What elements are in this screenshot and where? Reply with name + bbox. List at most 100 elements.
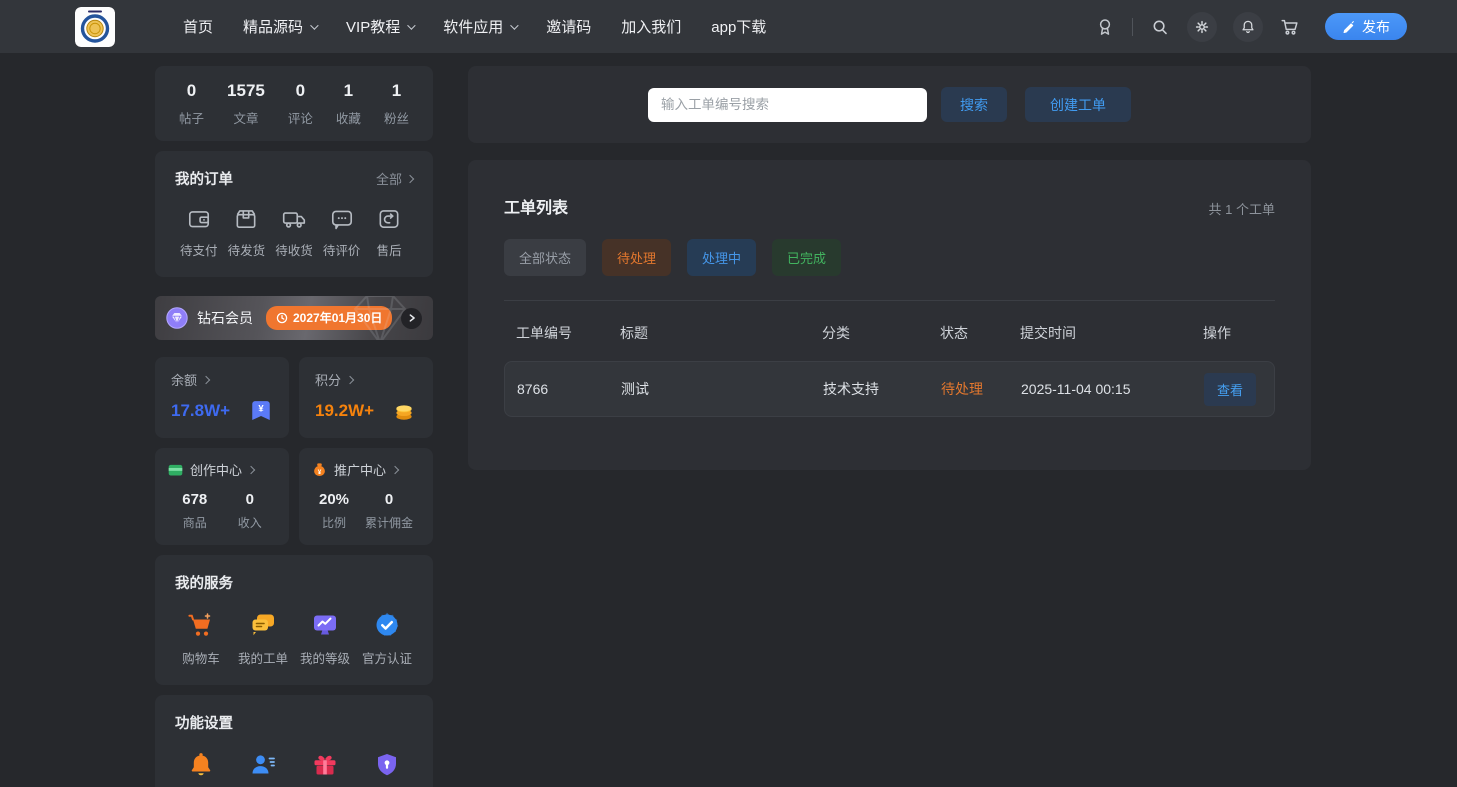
order-item-to-review[interactable]: 待评价: [318, 206, 366, 259]
tab-processing[interactable]: 处理中: [687, 239, 757, 276]
order-item-unshipped[interactable]: 待发货: [223, 206, 271, 259]
logo-emblem-icon: [75, 6, 115, 47]
nav-item-join-us[interactable]: 加入我们: [621, 16, 681, 37]
search-button[interactable]: 搜索: [941, 87, 1007, 122]
cart-icon[interactable]: [1279, 16, 1301, 38]
chevron-right-icon: [409, 314, 415, 322]
medal-icon[interactable]: [1094, 16, 1116, 38]
top-navbar: 首页 精品源码 VIP教程 软件应用 邀请码 加入我们 app下载 发布: [0, 0, 1457, 53]
ticket-search-input[interactable]: [648, 87, 927, 122]
service-item-level[interactable]: 我的等级: [299, 610, 351, 667]
cell-submit-time: 2025-11-04 00:15: [1021, 381, 1131, 397]
stat-comments[interactable]: 0 评论: [288, 81, 313, 127]
verified-icon: [376, 612, 399, 636]
notify-bell-icon: [191, 753, 211, 776]
yuan-badge-icon: ¥: [252, 401, 270, 420]
points-card[interactable]: 积分 19.2W+: [299, 357, 433, 438]
main-menu: 首页 精品源码 VIP教程 软件应用 邀请码 加入我们 app下载: [183, 16, 766, 37]
setting-item-rewards[interactable]: 打赏收款: [299, 750, 351, 787]
stat-fans[interactable]: 1 粉丝: [384, 81, 409, 127]
stat-favorites[interactable]: 1 收藏: [336, 81, 361, 127]
chevron-right-icon: [390, 465, 400, 474]
cell-title: 测试: [621, 381, 649, 397]
nav-item-home[interactable]: 首页: [183, 16, 213, 37]
ticket-chat-icon: [252, 614, 274, 636]
ticket-list-panel: 工单列表 共 1 个工单 全部状态 待处理 处理中 已完成 工单编号 标题 分类…: [468, 160, 1311, 470]
setting-item-security[interactable]: 账户安全: [361, 750, 413, 787]
my-services-card: 我的服务 购物车 我的工单 我的等级 官方认证: [155, 555, 433, 685]
ticket-list-title: 工单列表: [504, 200, 569, 217]
order-item-to-receive[interactable]: 待收货: [270, 206, 318, 259]
coins-icon: [396, 405, 412, 420]
pencil-icon: [1343, 21, 1354, 33]
creation-wallet-icon: [168, 464, 183, 476]
creation-center-card[interactable]: 创作中心 678 商品 0 收入: [155, 448, 289, 545]
user-stats-card: 0 帖子 1575 文章 0 评论 1 收藏 1 粉丝: [155, 66, 433, 141]
order-item-after-sale[interactable]: 售后: [365, 206, 413, 259]
cart-color-icon: [188, 613, 211, 636]
col-status: 状态: [940, 325, 968, 341]
diamond-icon: [166, 307, 188, 329]
vip-arrow-button[interactable]: [401, 307, 422, 329]
search-icon[interactable]: [1149, 16, 1171, 38]
view-ticket-button[interactable]: 查看: [1204, 372, 1257, 406]
svg-text:¥: ¥: [258, 402, 264, 413]
stat-articles[interactable]: 1575 文章: [227, 81, 265, 127]
service-item-verified[interactable]: 官方认证: [361, 610, 413, 667]
comment-icon: [331, 210, 352, 230]
tab-all-status[interactable]: 全部状态: [504, 239, 587, 276]
gear-icon: [1195, 20, 1209, 33]
service-item-cart[interactable]: 购物车: [175, 610, 227, 667]
chevron-right-icon: [345, 375, 355, 384]
chevron-right-icon: [201, 375, 211, 384]
col-category: 分类: [822, 325, 850, 341]
shield-icon: [378, 754, 396, 776]
col-ticket-id: 工单编号: [516, 325, 572, 341]
clock-icon: [276, 312, 288, 323]
nav-item-app-download[interactable]: app下载: [711, 16, 766, 37]
settings-button[interactable]: [1187, 11, 1217, 42]
cell-status-badge: 待处理: [941, 381, 983, 397]
profile-icon: [252, 755, 275, 774]
divider: [1132, 17, 1133, 36]
service-item-tickets[interactable]: 我的工单: [237, 610, 289, 667]
main-content: 搜索 创建工单 工单列表 共 1 个工单 全部状态 待处理 处理中 已完成 工单…: [468, 66, 1311, 470]
create-ticket-button[interactable]: 创建工单: [1025, 87, 1131, 122]
balance-card[interactable]: 余额 17.8W+ ¥: [155, 357, 289, 438]
orders-title: 我的订单: [175, 172, 233, 188]
vip-membership-banner[interactable]: 钻石会员 2027年01月30日: [155, 296, 433, 340]
tab-done[interactable]: 已完成: [772, 239, 842, 276]
nav-item-software[interactable]: 软件应用: [443, 16, 519, 37]
nav-item-vip-tutorial[interactable]: VIP教程: [346, 16, 416, 37]
vip-level-name: 钻石会员: [197, 310, 253, 326]
site-logo[interactable]: [75, 6, 115, 47]
nav-item-invite-code[interactable]: 邀请码: [546, 16, 591, 37]
svg-text:¥: ¥: [318, 469, 322, 476]
order-item-unpaid[interactable]: 待支付: [175, 206, 223, 259]
tab-pending[interactable]: 待处理: [602, 239, 672, 276]
package-icon: [236, 210, 256, 228]
gift-icon: [314, 755, 336, 775]
setting-item-notifications[interactable]: 消息通知: [175, 750, 227, 787]
col-submit-time: 提交时间: [1020, 325, 1076, 341]
promotion-center-card[interactable]: ¥ 推广中心 20% 比例 0 累计佣金: [299, 448, 433, 545]
nav-item-source-code[interactable]: 精品源码: [243, 16, 319, 37]
chevron-down-icon: [310, 20, 319, 30]
truck-icon: [282, 212, 306, 228]
status-filter-tabs: 全部状态 待处理 处理中 已完成: [504, 239, 1275, 276]
ticket-search-panel: 搜索 创建工单: [468, 66, 1311, 143]
orders-all-link[interactable]: 全部: [376, 169, 415, 188]
chevron-right-icon: [405, 174, 415, 183]
setting-item-profile[interactable]: 个人资料: [237, 750, 289, 787]
stat-posts[interactable]: 0 帖子: [179, 81, 204, 127]
creation-stat-products: 678 商品: [182, 491, 208, 530]
publish-button[interactable]: 发布: [1325, 13, 1407, 40]
cell-ticket-id: 8766: [517, 381, 549, 397]
bell-icon: [1242, 20, 1254, 33]
notifications-button[interactable]: [1233, 11, 1263, 42]
ticket-count: 共 1 个工单: [1208, 202, 1275, 217]
table-header-row: 工单编号 标题 分类 状态 提交时间 操作: [504, 323, 1275, 343]
chevron-right-icon: [246, 465, 256, 474]
level-icon: [314, 615, 336, 635]
balance-value: 17.8W+: [171, 401, 231, 420]
